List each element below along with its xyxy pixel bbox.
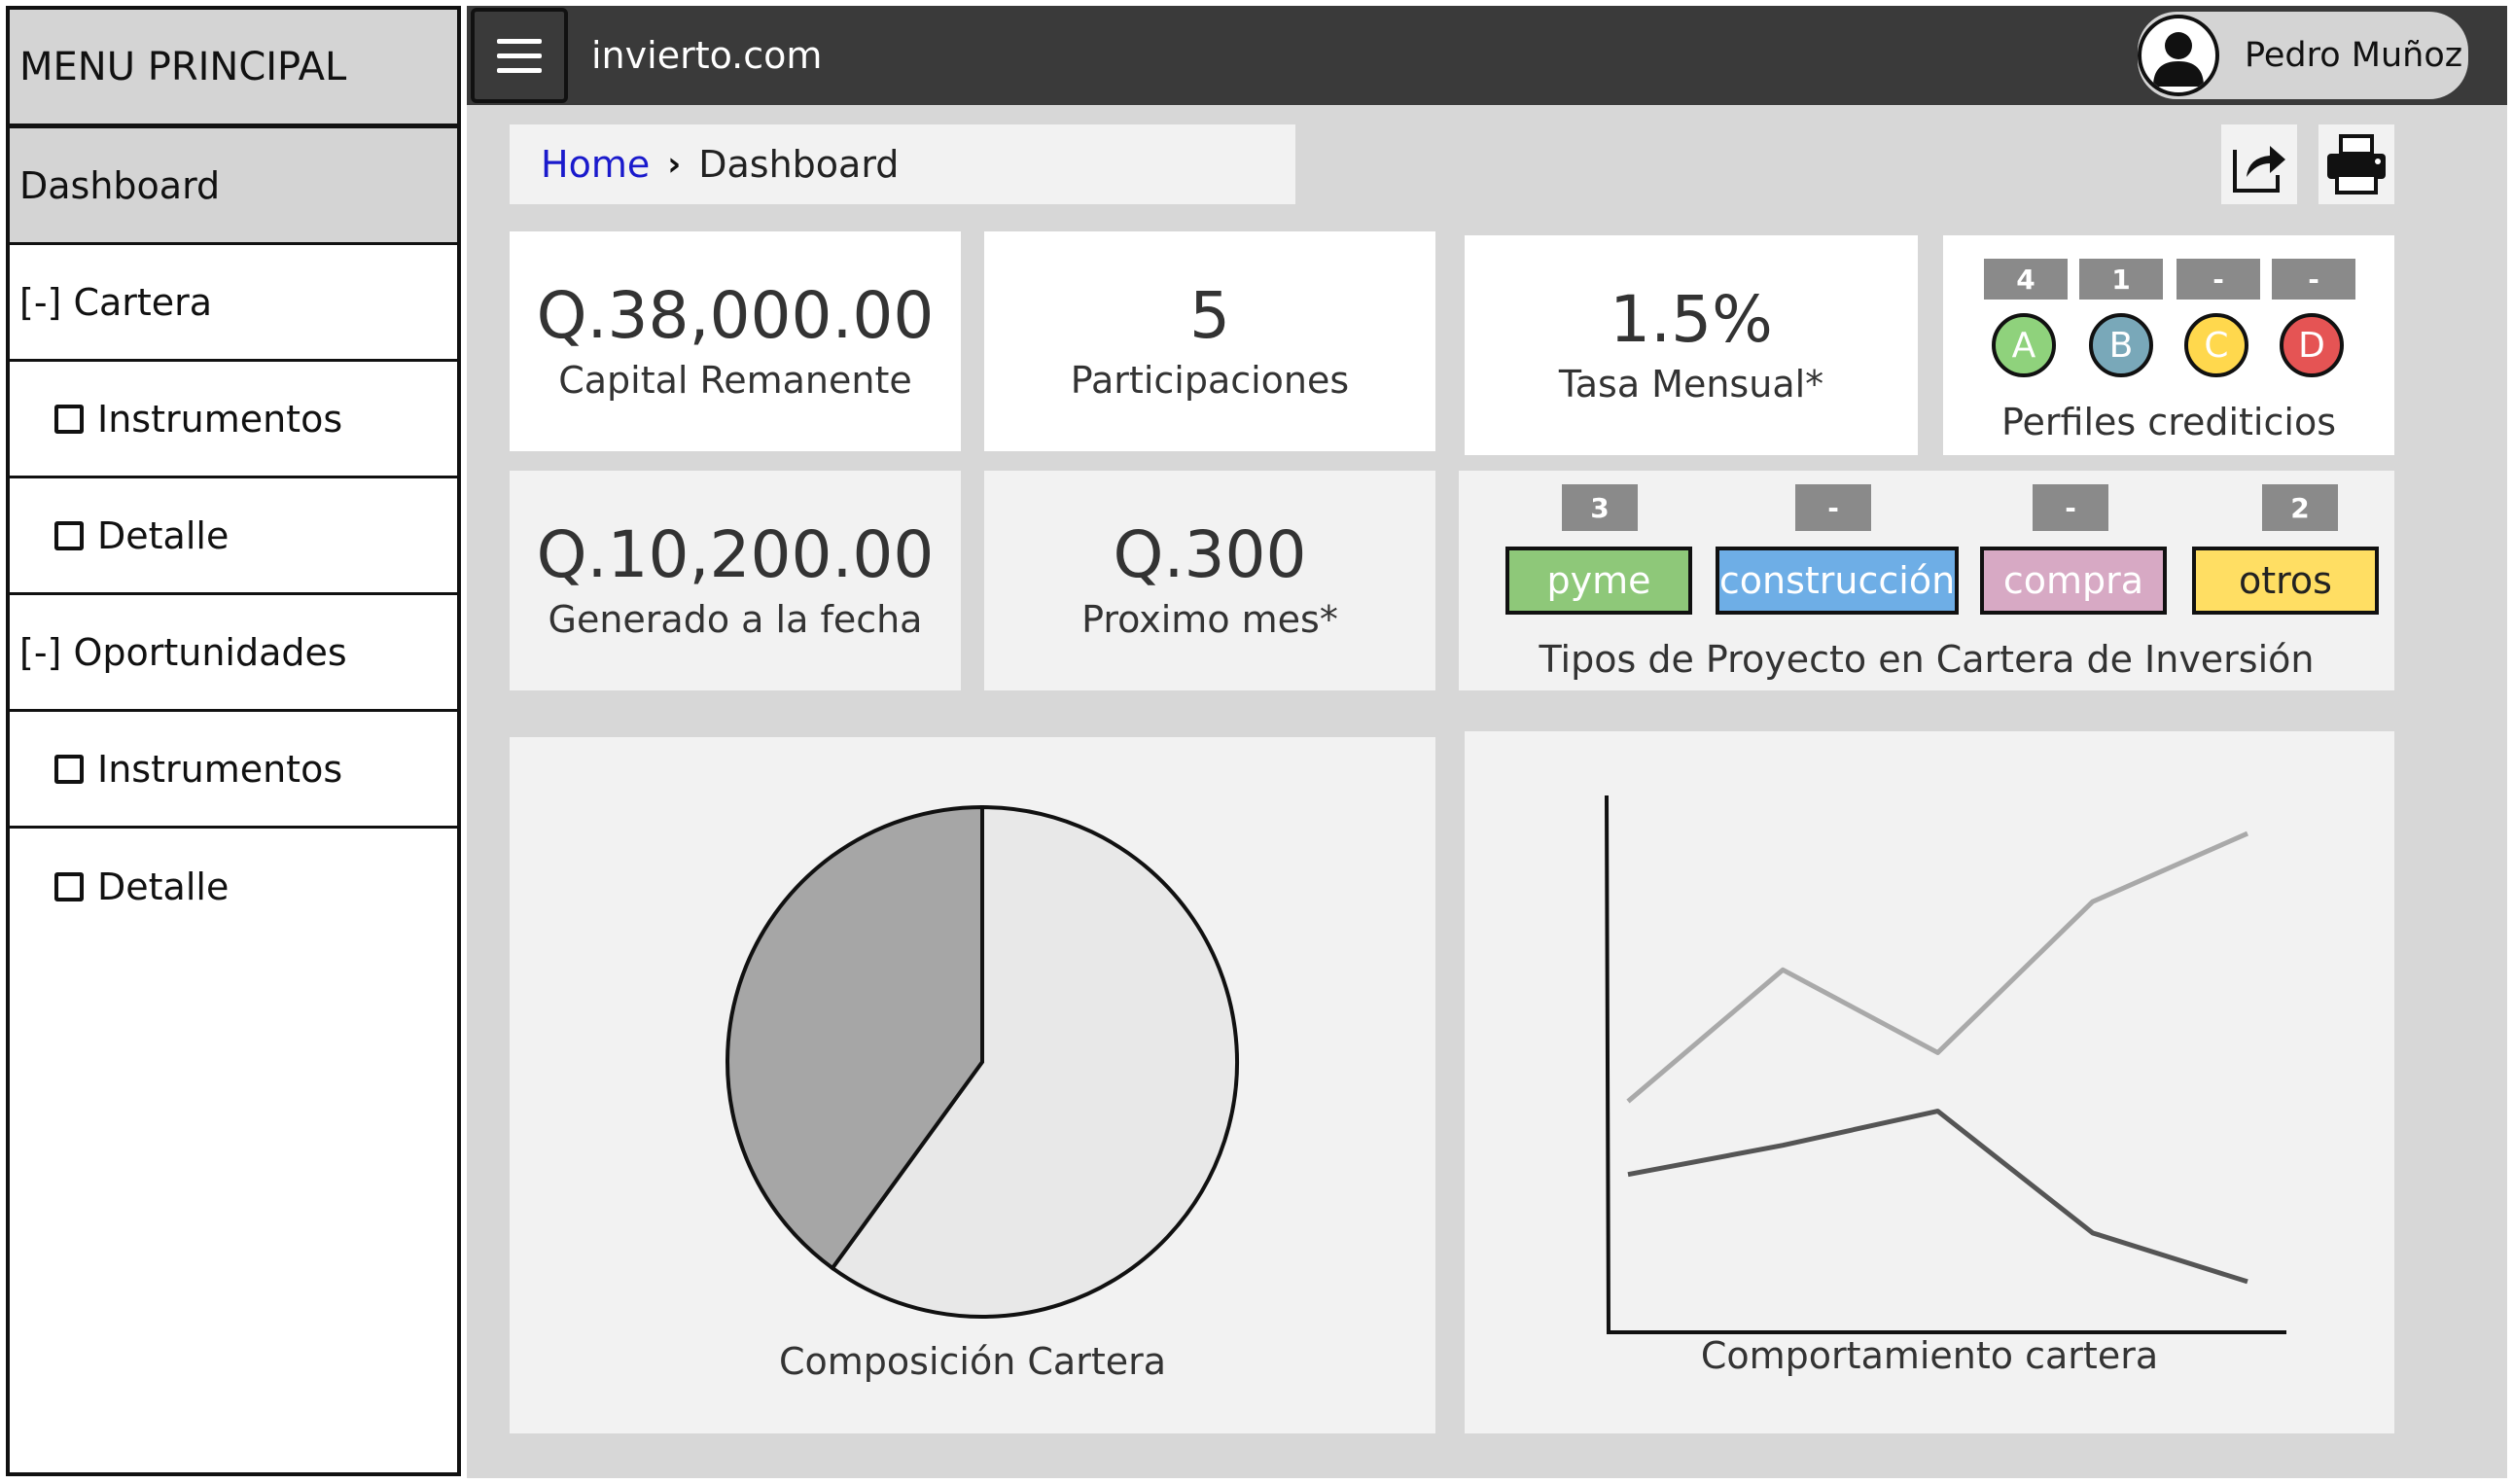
grade-count-badge: 1 — [2079, 259, 2163, 300]
site-title: invierto.com — [591, 34, 823, 77]
top-bar: invierto.com Pedro Muñoz — [467, 6, 2507, 105]
sidebar-item-label: [-] Cartera — [19, 280, 213, 324]
perfiles-crediticios-card: 4 1 - - A B C D Perfiles crediticios — [1943, 235, 2394, 455]
proximo-mes-card: Q.300 Proximo mes* — [984, 471, 1435, 690]
sidebar-item-oportunidades-detalle[interactable]: Detalle — [10, 829, 457, 945]
capital-remanente-card: Q.38,000.00 Capital Remanente — [510, 231, 961, 451]
type-construccion-tag: construcción — [1716, 547, 1959, 615]
tasa-mensual-value: 1.5% — [1610, 281, 1773, 357]
share-button[interactable] — [2221, 124, 2297, 204]
sidebar: MENU PRINCIPAL Dashboard [-] Cartera Ins… — [6, 6, 461, 1476]
sidebar-item-label: Instrumentos — [97, 397, 343, 441]
sidebar-item-label: Dashboard — [19, 163, 221, 207]
avatar-icon — [2138, 15, 2219, 96]
pie-chart — [726, 804, 1239, 1319]
sidebar-item-cartera-detalle[interactable]: Detalle — [10, 478, 457, 595]
grade-count-badge: - — [2272, 259, 2355, 300]
sidebar-item-label: [-] Oportunidades — [19, 630, 347, 674]
breadcrumb-home-link[interactable]: Home — [541, 143, 650, 186]
perfiles-crediticios-label: Perfiles crediticios — [2000, 401, 2336, 443]
breadcrumb: Home › Dashboard — [510, 124, 1295, 204]
generado-label: Generado a la fecha — [548, 598, 923, 642]
type-count-badge: - — [1795, 484, 1871, 531]
participaciones-label: Participaciones — [1070, 359, 1350, 403]
capital-remanente-value: Q.38,000.00 — [536, 277, 935, 353]
chevron-right-icon: › — [667, 145, 682, 184]
sidebar-item-label: Detalle — [97, 866, 230, 908]
grade-a-circle: A — [1992, 313, 2056, 377]
checkbox-icon — [54, 754, 84, 784]
type-compra-tag: compra — [1980, 547, 2167, 615]
tasa-mensual-label: Tasa Mensual* — [1558, 363, 1824, 406]
tasa-mensual-card: 1.5% Tasa Mensual* — [1465, 235, 1918, 455]
checkbox-icon — [54, 404, 84, 434]
breadcrumb-current: Dashboard — [698, 143, 900, 186]
menu-title: MENU PRINCIPAL — [10, 10, 457, 128]
share-icon — [2233, 146, 2285, 193]
type-count-badge: 2 — [2262, 484, 2338, 531]
type-otros-tag: otros — [2192, 547, 2379, 615]
hamburger-line — [497, 38, 542, 44]
user-name: Pedro Muñoz — [2245, 36, 2463, 75]
sidebar-item-label: Detalle — [97, 513, 230, 557]
sidebar-item-dashboard[interactable]: Dashboard — [10, 128, 457, 245]
sidebar-item-oportunidades[interactable]: [-] Oportunidades — [10, 595, 457, 712]
user-menu[interactable]: Pedro Muñoz — [2138, 12, 2468, 99]
main-area: invierto.com Pedro Muñoz Home › Dashboar… — [467, 6, 2507, 1478]
comportamiento-panel: Comportamiento cartera — [1465, 731, 2394, 1433]
hamburger-menu-button[interactable] — [471, 8, 568, 103]
participaciones-card: 5 Participaciones — [984, 231, 1435, 451]
chart-axes — [1605, 795, 2286, 1334]
grade-b-circle: B — [2089, 313, 2153, 377]
series-line — [1627, 1109, 2248, 1285]
checkbox-icon — [54, 520, 84, 550]
sidebar-item-oportunidades-instrumentos[interactable]: Instrumentos — [10, 712, 457, 829]
series-line — [1626, 830, 2249, 1104]
grade-count-badge: - — [2177, 259, 2260, 300]
generado-value: Q.10,200.00 — [536, 516, 935, 592]
proximo-mes-label: Proximo mes* — [1081, 598, 1338, 642]
participaciones-value: 5 — [1189, 277, 1230, 353]
capital-remanente-label: Capital Remanente — [558, 359, 912, 403]
pie-chart-title: Composición Cartera — [778, 1340, 1167, 1383]
grade-d-circle: D — [2280, 313, 2344, 377]
tipos-proyecto-card: 3 - - 2 pyme construcción compra otros T… — [1459, 471, 2394, 690]
type-pyme-tag: pyme — [1505, 547, 1692, 615]
sidebar-item-cartera-instrumentos[interactable]: Instrumentos — [10, 362, 457, 478]
grade-c-circle: C — [2184, 313, 2248, 377]
tipos-proyecto-label: Tipos de Proyecto en Cartera de Inversió… — [1539, 638, 2315, 681]
checkbox-icon — [54, 872, 84, 901]
line-chart — [1605, 795, 2286, 1334]
hamburger-line — [497, 67, 542, 73]
line-chart-title: Comportamiento cartera — [1700, 1334, 2159, 1377]
type-count-badge: - — [2033, 484, 2108, 531]
grade-count-badge: 4 — [1984, 259, 2068, 300]
generado-card: Q.10,200.00 Generado a la fecha — [510, 471, 961, 690]
proximo-mes-value: Q.300 — [1113, 516, 1307, 592]
composicion-panel: Composición Cartera — [510, 737, 1435, 1433]
sidebar-item-cartera[interactable]: [-] Cartera — [10, 245, 457, 362]
type-count-badge: 3 — [1562, 484, 1638, 531]
hamburger-line — [497, 53, 542, 58]
sidebar-item-label: Instrumentos — [97, 747, 343, 791]
printer-icon — [2327, 134, 2386, 194]
print-button[interactable] — [2318, 124, 2394, 204]
